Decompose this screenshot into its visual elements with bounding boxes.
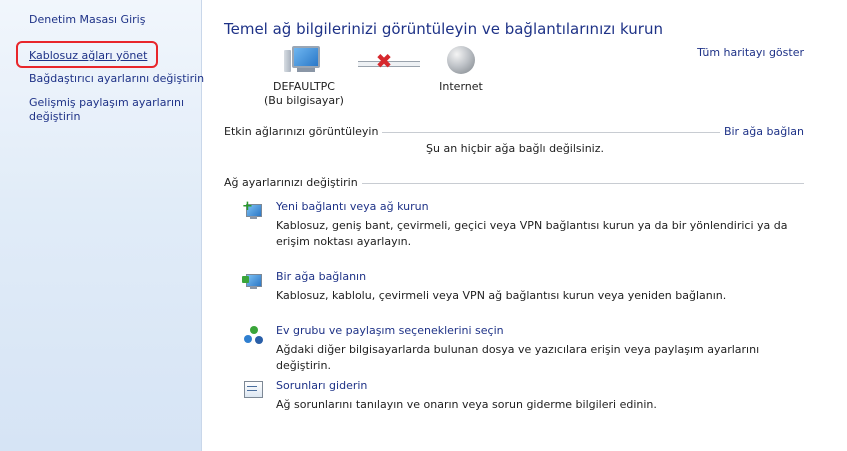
- active-networks-section: Etkin ağlarınızı görüntüleyin Bir ağa ba…: [224, 125, 804, 139]
- connect-network-icon: [242, 270, 264, 292]
- settings-section: Ağ ayarlarınızı değiştirin: [224, 176, 804, 190]
- task-troubleshoot-description: Ağ sorunlarını tanılayın ve onarın veya …: [276, 398, 657, 411]
- sidebar-link-control-panel-home[interactable]: Denetim Masası Giriş: [29, 13, 145, 27]
- sidebar-link-adapter-settings[interactable]: Bağdaştırıcı ayarlarını değiştirin: [29, 72, 204, 86]
- computer-icon: [284, 44, 324, 78]
- task-homegroup-link[interactable]: Ev grubu ve paylaşım seçeneklerini seçin: [276, 324, 504, 337]
- homegroup-icon: [242, 324, 264, 346]
- task-connect-network-description: Kablosuz, kablolu, çevirmeli veya VPN ağ…: [276, 289, 727, 302]
- task-homegroup-description: Ağdaki diğer bilgisayarlarda bulunan dos…: [276, 343, 760, 372]
- troubleshoot-icon: [242, 379, 264, 401]
- globe-icon: [441, 44, 481, 78]
- map-node-computer[interactable]: DEFAULTPC (Bu bilgisayar): [254, 44, 354, 108]
- task-troubleshoot-link[interactable]: Sorunları giderin: [276, 379, 367, 392]
- sidebar: Denetim Masası Giriş Kablosuz ağları yön…: [0, 0, 204, 451]
- internet-label: Internet: [439, 80, 483, 93]
- page-title: Temel ağ bilgilerinizi görüntüleyin ve b…: [224, 20, 663, 38]
- red-x-icon[interactable]: ✖: [374, 50, 394, 72]
- task-new-connection-link[interactable]: Yeni bağlantı veya ağ kurun: [276, 200, 429, 213]
- computer-subtitle: (Bu bilgisayar): [264, 94, 344, 107]
- settings-heading: Ağ ayarlarınızı değiştirin: [224, 176, 362, 189]
- task-connect-network-link[interactable]: Bir ağa bağlanın: [276, 270, 366, 283]
- computer-name: DEFAULTPC: [273, 80, 335, 93]
- new-connection-icon: +: [242, 200, 264, 222]
- connection-status-text: Şu an hiçbir ağa bağlı değilsiniz.: [426, 142, 604, 155]
- map-node-internet[interactable]: Internet: [426, 44, 496, 94]
- full-map-link[interactable]: Tüm haritayı göster: [697, 46, 804, 59]
- active-networks-heading: Etkin ağlarınızı görüntüleyin: [224, 125, 383, 138]
- task-new-connection-description: Kablosuz, geniş bant, çevirmeli, geçici …: [276, 219, 788, 248]
- sidebar-link-advanced-sharing[interactable]: Gelişmiş paylaşım ayarlarını değiştirin: [29, 96, 189, 124]
- connect-network-link[interactable]: Bir ağa bağlan: [719, 125, 804, 138]
- sidebar-link-manage-wireless[interactable]: Kablosuz ağları yönet: [29, 49, 147, 63]
- main-panel: Temel ağ bilgilerinizi görüntüleyin ve b…: [202, 0, 847, 451]
